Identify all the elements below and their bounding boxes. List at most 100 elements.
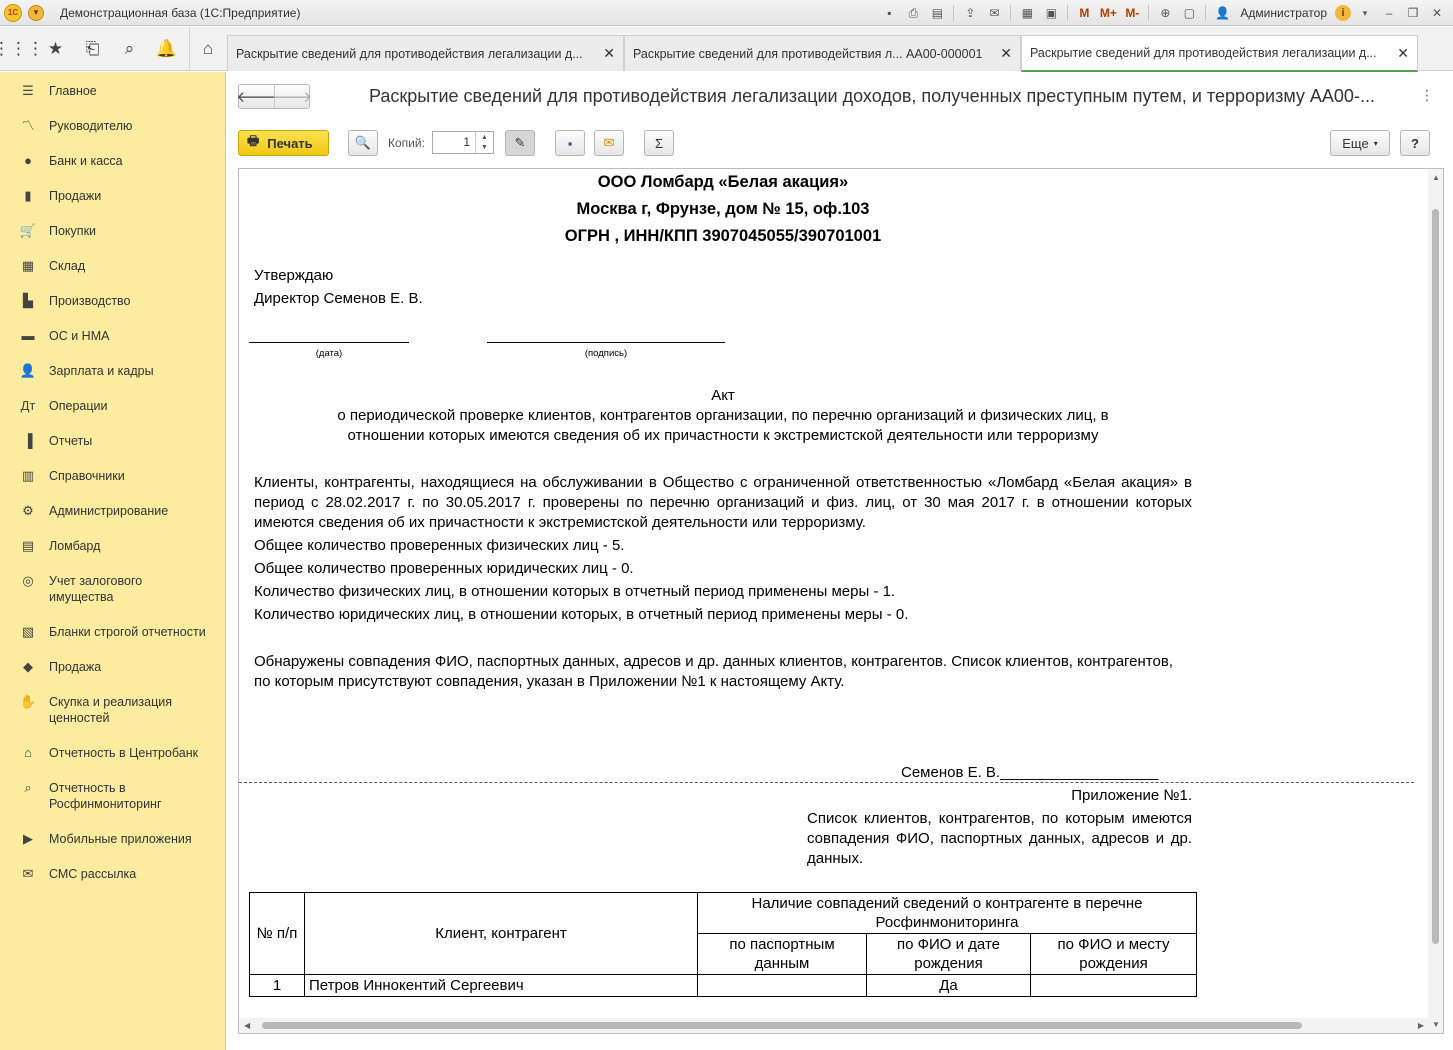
- close-icon[interactable]: ✕: [1397, 45, 1409, 62]
- sidebar-item-forms[interactable]: ▧ Бланки строгой отчетности: [0, 624, 226, 640]
- all-functions-icon[interactable]: ⋮⋮⋮: [0, 27, 44, 71]
- calculator-icon[interactable]: ▦: [1017, 3, 1037, 23]
- sidebar-item-administration[interactable]: ⚙ Администрирование: [0, 503, 226, 519]
- sidebar-item-collateral[interactable]: ◎ Учет залогового имущества: [0, 573, 226, 605]
- send-mail-button[interactable]: ✉: [594, 130, 624, 156]
- sidebar-item-reports[interactable]: ▐ Отчеты: [0, 433, 226, 449]
- tab-label: Раскрытие сведений для противодействия л…: [633, 46, 983, 61]
- save-icon[interactable]: ▪: [879, 3, 899, 23]
- copies-stepper[interactable]: ▲ ▼: [475, 132, 493, 153]
- sidebar-item-bank[interactable]: ● Банк и касса: [0, 153, 226, 169]
- vertical-scroll-thumb[interactable]: [1432, 209, 1439, 944]
- mail-icon[interactable]: ✉: [984, 3, 1004, 23]
- sidebar-item-assets[interactable]: ▬ ОС и НМА: [0, 328, 226, 344]
- paragraph-matches: Обнаружены совпадения ФИО, паспортных да…: [254, 653, 1173, 690]
- scroll-right-icon[interactable]: ▶: [1418, 1021, 1424, 1030]
- print-icon[interactable]: ⎙: [903, 3, 923, 23]
- chevron-up-icon[interactable]: ▲: [476, 132, 493, 143]
- search-icon[interactable]: ⌕: [111, 27, 148, 71]
- help-button[interactable]: ?: [1400, 130, 1430, 156]
- tab-label: Раскрытие сведений для противодействия л…: [236, 46, 583, 61]
- memory-m-icon[interactable]: M: [1074, 3, 1094, 23]
- tab-bar: ⋮⋮⋮ ★ ⎗ ⌕ 🔔 ⌂ Раскрытие сведений для про…: [0, 27, 1453, 72]
- preview-icon[interactable]: ▤: [927, 3, 947, 23]
- close-icon[interactable]: ✕: [1427, 3, 1447, 23]
- sidebar-item-pawnshop[interactable]: ▤ Ломбард: [0, 538, 226, 554]
- user-icon[interactable]: 👤: [1212, 3, 1232, 23]
- edit-button[interactable]: ✎: [505, 130, 535, 156]
- forward-arrow-icon[interactable]: 🡒: [272, 85, 312, 108]
- vertical-scrollbar[interactable]: ▲ ▼: [1428, 169, 1443, 1033]
- org-ids: ОГРН , ИНН/КПП 3907045055/390701001: [564, 227, 882, 245]
- signature-caption: (подпись): [584, 348, 628, 359]
- sidebar-item-salary[interactable]: 👤 Зарплата и кадры: [0, 363, 226, 379]
- chevron-down-icon[interactable]: ▼: [476, 143, 493, 154]
- minimize-icon[interactable]: –: [1379, 3, 1399, 23]
- sidebar-item-label: ОС и НМА: [49, 329, 110, 343]
- copies-value[interactable]: 1: [433, 132, 475, 153]
- sidebar-item-sale[interactable]: ◆ Продажа: [0, 659, 226, 675]
- sidebar-item-manager[interactable]: 〽 Руководителю: [0, 118, 226, 134]
- print-button[interactable]: 🖶 Печать: [238, 130, 329, 156]
- sidebar-item-production[interactable]: ▙ Производство: [0, 293, 226, 309]
- sidebar-item-label: Операции: [49, 399, 108, 413]
- sum-button[interactable]: Σ: [644, 130, 674, 156]
- measures-legal-text: Количество юридических лиц, в отношении …: [254, 606, 909, 623]
- sidebar-item-centralbank[interactable]: ⌂ Отчетность в Центробанк: [0, 745, 226, 761]
- tag-icon: ◆: [23, 659, 33, 674]
- sidebar-item-purchases[interactable]: 🛒 Покупки: [0, 223, 226, 239]
- separator: [1205, 5, 1207, 21]
- chart-line-icon: 〽: [21, 118, 35, 133]
- main-menu-icon[interactable]: ▾: [28, 4, 44, 21]
- gear-icon: ⚙: [22, 503, 34, 518]
- horizontal-scrollbar[interactable]: ◀ ▶: [239, 1018, 1429, 1033]
- save-button[interactable]: ▪: [555, 130, 585, 156]
- form-menu-icon[interactable]: ⋮: [1420, 87, 1434, 104]
- sidebar-item-operations[interactable]: Дт Операции: [0, 398, 226, 414]
- separator: [1010, 5, 1012, 21]
- signature-line: [487, 342, 725, 343]
- close-icon[interactable]: ✕: [1000, 45, 1012, 62]
- close-icon[interactable]: ✕: [603, 45, 615, 62]
- sidebar-item-sms[interactable]: ✉ СМС рассылка: [0, 866, 226, 882]
- more-button[interactable]: Еще ▾: [1330, 130, 1390, 156]
- window-title: Демонстрационная база (1С:Предприятие): [60, 5, 301, 20]
- scroll-down-icon[interactable]: ▼: [1432, 1020, 1440, 1029]
- memory-mminus-icon[interactable]: M-: [1122, 3, 1142, 23]
- appendix-title: Приложение №1.: [1071, 787, 1192, 804]
- user-name[interactable]: Администратор: [1240, 6, 1327, 20]
- back-arrow-icon[interactable]: 🡐: [236, 85, 276, 108]
- restore-icon[interactable]: ❐: [1403, 3, 1423, 23]
- menu-icon: ☰: [22, 83, 34, 98]
- zoom-icon[interactable]: ⊕: [1155, 3, 1175, 23]
- tab-document-3[interactable]: Раскрытие сведений для противодействия л…: [1021, 35, 1418, 72]
- horizontal-scroll-thumb[interactable]: [262, 1022, 1302, 1029]
- tab-document-2[interactable]: Раскрытие сведений для противодействия л…: [624, 35, 1021, 71]
- sidebar-item-warehouse[interactable]: ▦ Склад: [0, 258, 226, 274]
- fullscreen-icon[interactable]: ▢: [1179, 3, 1199, 23]
- info-icon[interactable]: i: [1335, 5, 1351, 21]
- copies-input[interactable]: 1 ▲ ▼: [432, 131, 494, 154]
- history-icon[interactable]: ⎗: [74, 27, 111, 71]
- sidebar-item-catalogs[interactable]: ▥ Справочники: [0, 468, 226, 484]
- header-passport: по паспортным данным: [697, 933, 867, 975]
- sidebar-item-rosfinmonitoring[interactable]: ⌕ Отчетность в Росфинмониторинг: [0, 780, 226, 812]
- notifications-icon[interactable]: 🔔: [148, 27, 185, 71]
- tab-document-1[interactable]: Раскрытие сведений для противодействия л…: [227, 35, 624, 71]
- scroll-up-icon[interactable]: ▲: [1432, 173, 1440, 182]
- memory-mplus-icon[interactable]: M+: [1098, 3, 1118, 23]
- spreadsheet-document[interactable]: ООО Ломбард «Белая акация» Москва г, Фру…: [238, 168, 1444, 1034]
- sidebar-item-sales[interactable]: ▮ Продажи: [0, 188, 226, 204]
- save-icon: ▪: [567, 135, 573, 151]
- home-icon[interactable]: ⌂: [189, 27, 226, 71]
- chevron-down-icon[interactable]: ▾: [1355, 3, 1375, 23]
- sidebar-item-mobile[interactable]: ▶ Мобильные приложения: [0, 831, 226, 847]
- favorites-icon[interactable]: ★: [37, 27, 74, 71]
- sidebar-item-buyup[interactable]: ✋ Скупка и реализация ценностей: [0, 694, 226, 726]
- sidebar-item-label: Ломбард: [49, 539, 101, 553]
- export-icon[interactable]: ⇪: [960, 3, 980, 23]
- preview-button[interactable]: 🔍: [348, 130, 378, 156]
- sidebar-item-main[interactable]: ☰ Главное: [0, 83, 226, 99]
- calendar-icon[interactable]: ▣: [1041, 3, 1061, 23]
- scroll-left-icon[interactable]: ◀: [244, 1021, 250, 1030]
